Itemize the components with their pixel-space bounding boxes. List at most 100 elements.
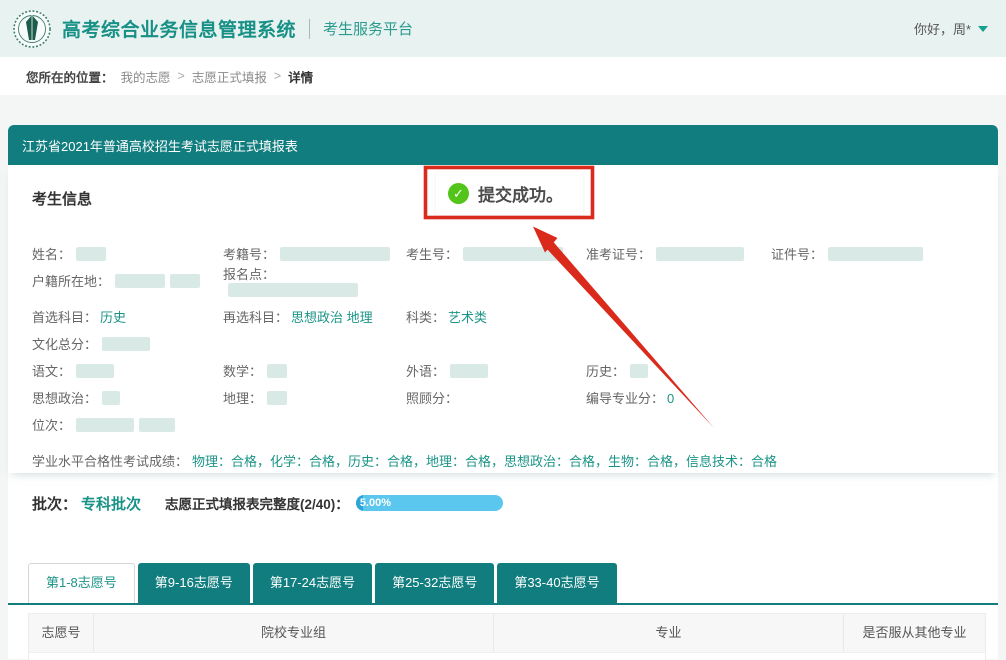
info-field: 语文： xyxy=(32,361,223,380)
redacted-value xyxy=(76,418,134,432)
breadcrumb-separator: > xyxy=(178,69,185,83)
field-value: 艺术类 xyxy=(448,310,487,325)
info-row: 思想政治： 地理： 照顾分： 编导专业分：0 xyxy=(32,384,974,411)
progress-bar: 5.00% xyxy=(356,495,503,511)
title-divider xyxy=(309,19,310,39)
info-row: 文化总分： xyxy=(32,330,974,357)
breadcrumb: 您所在的位置： 我的志愿 > 志愿正式填报 > 详情 xyxy=(0,57,1006,95)
info-field: 首选科目：历史 xyxy=(32,307,223,326)
main-panel: 江苏省2021年普通高校招生考试志愿正式填报表 考生信息 ✓ 提交成功。 姓名：… xyxy=(8,125,998,659)
field-label: 姓名： xyxy=(32,247,71,262)
success-message: 提交成功。 xyxy=(478,181,563,206)
field-label: 首选科目： xyxy=(32,310,97,325)
field-label: 语文： xyxy=(32,364,71,379)
info-field: 准考证号： xyxy=(586,244,771,263)
field-value: 0 xyxy=(667,391,674,406)
redacted-value xyxy=(228,283,358,297)
qualification-label: 学业水平合格性考试成绩： xyxy=(32,451,188,470)
field-label: 报名点： xyxy=(223,267,275,282)
info-row: 首选科目：历史再选科目：思想政治 地理科类：艺术类 xyxy=(32,303,974,330)
candidate-info-grid: 姓名：考籍号：考生号：准考证号：证件号：户籍所在地：报名点：首选科目：历史再选科… xyxy=(32,240,974,438)
redacted-value xyxy=(76,364,114,378)
info-field: 文化总分： xyxy=(32,334,223,353)
breadcrumb-item[interactable]: 我的志愿 xyxy=(121,67,171,86)
field-label: 考籍号： xyxy=(223,247,275,262)
info-row: 位次： xyxy=(32,411,974,438)
breadcrumb-item: 详情 xyxy=(288,67,313,86)
tabs-underline xyxy=(8,603,998,605)
field-label: 思想政治： xyxy=(32,391,97,406)
breadcrumb-prefix: 您所在的位置： xyxy=(26,67,114,86)
breadcrumb-separator: > xyxy=(274,69,281,83)
info-field: 外语： xyxy=(406,361,586,380)
progress-percent-text: 5.00% xyxy=(360,497,391,510)
info-row: 姓名： 考籍号： 考生号： 准考证号： 证件号： xyxy=(32,240,974,267)
breadcrumb-items: 我的志愿 > 志愿正式填报 > 详情 xyxy=(114,67,321,86)
field-label: 户籍所在地： xyxy=(32,274,110,289)
redacted-value xyxy=(76,247,106,261)
field-label: 再选科目： xyxy=(223,310,288,325)
table-column-header: 院校专业组 xyxy=(93,614,493,652)
tab-第9-16志愿号[interactable]: 第9-16志愿号 xyxy=(138,563,250,603)
redacted-value xyxy=(828,247,923,261)
table-header-row: 志愿号院校专业组专业是否服从其他专业 xyxy=(29,614,985,652)
user-menu[interactable]: 你好，周* xyxy=(914,19,988,38)
info-field: 位次： xyxy=(32,415,223,434)
field-label: 考生号： xyxy=(406,247,458,262)
field-label: 编导专业分： xyxy=(586,391,664,406)
redacted-value xyxy=(450,364,488,378)
breadcrumb-item[interactable]: 志愿正式填报 xyxy=(192,67,267,86)
info-field: 思想政治： xyxy=(32,388,223,407)
tab-第33-40志愿号[interactable]: 第33-40志愿号 xyxy=(497,563,616,603)
info-field: 报名点： xyxy=(223,264,406,298)
field-label: 历史： xyxy=(586,364,625,379)
redacted-value xyxy=(170,274,200,288)
info-field: 姓名： xyxy=(32,244,223,263)
field-value: 历史 xyxy=(100,310,126,325)
redacted-value xyxy=(102,391,120,405)
field-label: 照顾分： xyxy=(406,391,458,406)
field-label: 数学： xyxy=(223,364,262,379)
redacted-value xyxy=(463,247,563,261)
info-row: 户籍所在地： 报名点： xyxy=(32,267,974,294)
info-field: 科类：艺术类 xyxy=(406,307,586,326)
candidate-info-card: 考生信息 ✓ 提交成功。 姓名：考籍号：考生号：准考证号：证件号：户籍所在地：报… xyxy=(8,165,998,473)
field-label: 证件号： xyxy=(771,247,823,262)
info-field: 再选科目：思想政治 地理 xyxy=(223,307,406,326)
volunteer-table: 志愿号院校专业组专业是否服从其他专业 xyxy=(28,613,986,660)
redacted-value xyxy=(102,337,150,351)
qualification-line: 学业水平合格性考试成绩： 物理：合格，化学：合格，历史：合格，地理：合格，思想政… xyxy=(32,447,974,474)
info-field: 户籍所在地： xyxy=(32,271,223,290)
table-column-header: 是否服从其他专业 xyxy=(843,614,985,652)
field-label: 准考证号： xyxy=(586,247,651,262)
app-header: 高考综合业务信息管理系统 考生服务平台 你好，周* xyxy=(0,0,1006,57)
panel-body: 考生信息 ✓ 提交成功。 姓名：考籍号：考生号：准考证号：证件号：户籍所在地：报… xyxy=(8,165,998,659)
batch-value[interactable]: 专科批次 xyxy=(81,493,141,514)
field-label: 文化总分： xyxy=(32,337,97,352)
redacted-value xyxy=(139,418,175,432)
tab-第17-24志愿号[interactable]: 第17-24志愿号 xyxy=(253,563,372,603)
tab-第25-32志愿号[interactable]: 第25-32志愿号 xyxy=(375,563,494,603)
info-field: 历史： xyxy=(586,361,771,380)
redacted-value xyxy=(115,274,165,288)
volunteer-tabs: 第1-8志愿号第9-16志愿号第17-24志愿号第25-32志愿号第33-40志… xyxy=(28,563,998,603)
batch-row: 批次： 专科批次 志愿正式填报表完整度(2/40)： 5.00% xyxy=(8,473,998,517)
user-greeting: 你好，周* xyxy=(914,19,971,38)
field-label: 地理： xyxy=(223,391,262,406)
field-value: 思想政治 地理 xyxy=(291,310,373,325)
table-column-header: 专业 xyxy=(493,614,843,652)
info-field: 地理： xyxy=(223,388,406,407)
field-label: 位次： xyxy=(32,418,71,433)
batch-label: 批次： xyxy=(32,493,77,514)
platform-title: 考生服务平台 xyxy=(323,18,413,39)
info-field: 照顾分： xyxy=(406,388,586,407)
info-field: 考籍号： xyxy=(223,244,406,263)
field-label: 外语： xyxy=(406,364,445,379)
info-row: 语文： 数学： 外语： 历史： xyxy=(32,357,974,384)
system-title: 高考综合业务信息管理系统 xyxy=(62,15,296,42)
table-column-header: 志愿号 xyxy=(29,614,93,652)
tab-第1-8志愿号[interactable]: 第1-8志愿号 xyxy=(28,563,135,603)
success-message-box: ✓ 提交成功。 xyxy=(436,172,583,215)
chevron-down-icon xyxy=(978,26,988,32)
redacted-value xyxy=(630,364,648,378)
